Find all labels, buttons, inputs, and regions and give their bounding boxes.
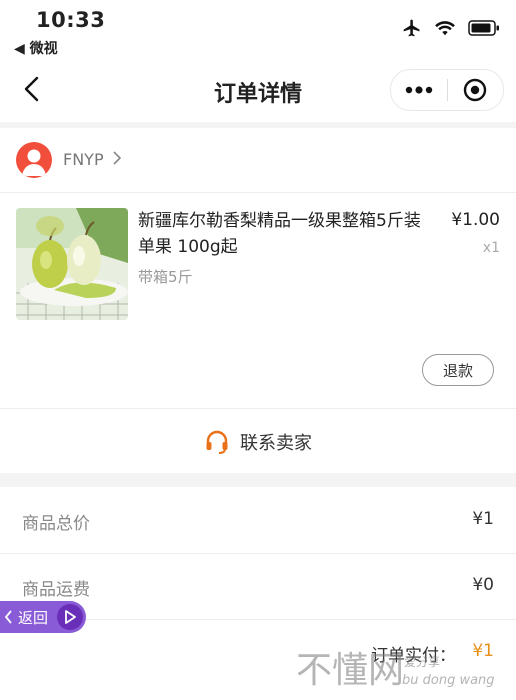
total-goods-row: 商品总价 ¥1 xyxy=(0,487,516,554)
nav-bar: 订单详情 xyxy=(0,60,516,122)
pear-photo-icon xyxy=(16,208,128,320)
watermark-main: 不懂网 xyxy=(296,650,405,691)
wifi-icon xyxy=(435,21,455,36)
more-dots-icon xyxy=(405,86,432,94)
floating-return-label: 返回 xyxy=(18,608,49,627)
more-button[interactable] xyxy=(391,70,447,110)
product-price: ¥1.00 xyxy=(451,210,500,230)
shipping-fee-value: ¥0 xyxy=(472,575,494,595)
product-title: 新疆库尔勒香梨精品一级果整箱5斤装单果 100g起 xyxy=(138,211,421,257)
contact-seller-button[interactable]: 联系卖家 xyxy=(0,408,516,474)
floating-return-button[interactable]: 返回 xyxy=(0,601,86,633)
watermark-pinyin: bu dong wang xyxy=(402,673,495,688)
watermark: 不懂网 爱分享 bu dong wang xyxy=(296,635,506,695)
shipping-fee-label: 商品运费 xyxy=(22,580,90,600)
total-goods-label: 商品总价 xyxy=(22,514,90,534)
close-mini-program-button[interactable] xyxy=(448,70,504,110)
contact-seller-label: 联系卖家 xyxy=(240,432,312,454)
system-icons xyxy=(402,18,500,38)
mini-program-capsule xyxy=(390,69,504,111)
clock: 10:33 xyxy=(36,8,106,32)
watermark-sub: 爱分享 xyxy=(404,655,441,669)
order-item-card: FNYP 新疆库尔勒香梨精品一级果整箱5斤装单果 100g起 带箱5斤 ¥1.0… xyxy=(0,128,516,473)
headset-icon xyxy=(206,430,228,454)
shop-row[interactable]: FNYP xyxy=(0,128,516,193)
refund-button[interactable]: 退款 xyxy=(422,354,494,386)
shop-name: FNYP xyxy=(63,150,104,169)
product-quantity: x1 xyxy=(482,240,500,256)
product-spec: 带箱5斤 xyxy=(138,268,193,286)
play-icon xyxy=(57,604,83,630)
airplane-icon xyxy=(403,19,420,37)
user-silhouette-icon xyxy=(22,149,46,176)
shop-avatar xyxy=(16,142,52,178)
chevron-right-icon xyxy=(113,151,122,165)
total-goods-value: ¥1 xyxy=(472,509,494,529)
back-to-app-link[interactable]: ◀ 微视 xyxy=(14,38,58,58)
record-target-icon xyxy=(464,78,487,102)
status-bar: 10:33 ◀ 微视 xyxy=(0,0,516,60)
chevron-left-icon xyxy=(4,610,12,624)
goods-item[interactable]: 新疆库尔勒香梨精品一级果整箱5斤装单果 100g起 带箱5斤 ¥1.00 x1 xyxy=(0,206,516,322)
product-image xyxy=(16,208,128,320)
battery-icon xyxy=(468,20,499,36)
